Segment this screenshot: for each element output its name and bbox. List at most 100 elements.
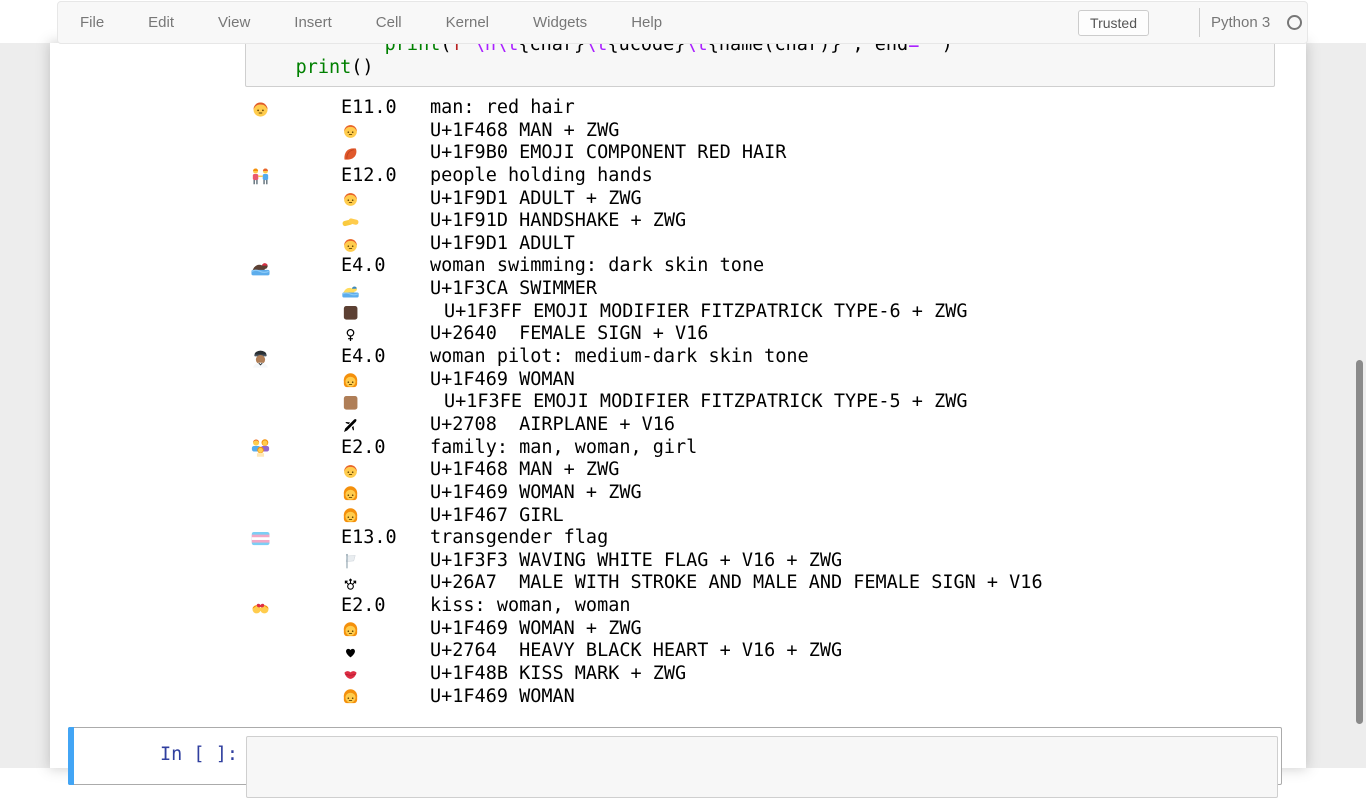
component-emoji-column [341, 459, 430, 482]
input-prompt: In [ ]: [160, 743, 238, 766]
codepoint-text: U+2708 AIRPLANE + V16 [430, 414, 675, 437]
component-emoji-column [341, 323, 430, 346]
kiss-mark-icon [341, 663, 360, 686]
component-emoji-column [341, 550, 430, 573]
emoji-column [250, 255, 341, 278]
emoji-column [250, 97, 341, 120]
codepoint-text: U+1F3FF EMOJI MODIFIER FITZPATRICK TYPE-… [430, 301, 967, 324]
codepoint-text: U+1F3CA SWIMMER [430, 278, 597, 301]
component-emoji-column [341, 640, 430, 663]
menu-item-edit[interactable]: Edit [126, 2, 196, 43]
component-emoji-column [341, 618, 430, 641]
output-line: E12.0people holding hands [250, 165, 1043, 188]
codepoint-text: U+1F467 GIRL [430, 505, 564, 528]
skin-type6-icon [341, 301, 360, 324]
output-line: U+1F9D1 ADULT + ZWG [250, 188, 1043, 211]
menu-item-insert[interactable]: Insert [272, 2, 354, 43]
codepoint-text: U+1F469 WOMAN [430, 686, 575, 709]
woman-swimming-dark-icon [250, 255, 271, 278]
emoji-version: E4.0 [341, 255, 430, 278]
component-emoji-column [341, 369, 430, 392]
menu-item-kernel[interactable]: Kernel [424, 2, 511, 43]
output-line: E2.0family: man, woman, girl [250, 437, 1043, 460]
output-line: U+1F469 WOMAN [250, 686, 1043, 709]
emoji-column [250, 165, 341, 188]
menu-item-widgets[interactable]: Widgets [511, 2, 609, 43]
transgender-flag-icon [250, 527, 271, 550]
output-line: E13.0transgender flag [250, 527, 1043, 550]
output-line: U+1F9D1 ADULT [250, 233, 1043, 256]
component-emoji-column [341, 233, 430, 256]
codepoint-text: U+2764 HEAVY BLACK HEART + V16 + ZWG [430, 640, 842, 663]
woman-icon [341, 369, 360, 392]
component-emoji-column [341, 572, 430, 595]
emoji-description: family: man, woman, girl [430, 437, 697, 460]
woman-icon [341, 618, 360, 641]
component-emoji-column [341, 482, 430, 505]
emoji-version: E2.0 [341, 437, 430, 460]
code-line: print() [251, 56, 1274, 79]
component-emoji-column [341, 188, 430, 211]
output-line: U+1F3FE EMOJI MODIFIER FITZPATRICK TYPE-… [250, 391, 1043, 414]
output-line: U+1F467 GIRL [250, 505, 1043, 528]
output-line: U+26A7 MALE WITH STROKE AND MALE AND FEM… [250, 572, 1043, 595]
people-holding-hands-icon [250, 165, 271, 188]
transgender-sign-icon [341, 572, 360, 595]
empty-code-cell[interactable]: In [ ]: [68, 727, 1282, 785]
emoji-description: man: red hair [430, 97, 575, 120]
emoji-description: people holding hands [430, 165, 653, 188]
emoji-column [250, 595, 341, 618]
codepoint-text: U+1F48B KISS MARK + ZWG [430, 663, 686, 686]
output-line: U+1F468 MAN + ZWG [250, 459, 1043, 482]
selected-cell-bar [68, 727, 74, 785]
emoji-description: transgender flag [430, 527, 608, 550]
family-man-woman-girl-icon [250, 437, 271, 460]
adult-icon [341, 188, 360, 211]
output-line: U+1F3FF EMOJI MODIFIER FITZPATRICK TYPE-… [250, 301, 1043, 324]
output-line: U+1F469 WOMAN + ZWG [250, 482, 1043, 505]
codepoint-text: U+1F468 MAN + ZWG [430, 120, 619, 143]
output-line: U+1F3CA SWIMMER [250, 278, 1043, 301]
girl-icon [341, 505, 360, 528]
component-emoji-column [341, 142, 430, 165]
menu-item-help[interactable]: Help [609, 2, 684, 43]
kernel-idle-icon [1287, 15, 1302, 30]
component-emoji-column [341, 686, 430, 709]
output-line: U+2708 AIRPLANE + V16 [250, 414, 1043, 437]
codepoint-text: U+1F9D1 ADULT + ZWG [430, 188, 642, 211]
emoji-description: kiss: woman, woman [430, 595, 630, 618]
codepoint-text: U+1F9D1 ADULT [430, 233, 575, 256]
emoji-description: woman swimming: dark skin tone [430, 255, 764, 278]
swimmer-icon [341, 278, 360, 301]
white-flag-icon [341, 550, 360, 573]
emoji-column [250, 437, 341, 460]
emoji-column [250, 346, 341, 369]
codepoint-text: U+1F469 WOMAN + ZWG [430, 618, 642, 641]
menu-item-cell[interactable]: Cell [354, 2, 424, 43]
menu-item-view[interactable]: View [196, 2, 272, 43]
component-emoji-column [341, 663, 430, 686]
kernel-divider [1199, 8, 1200, 37]
output-line: U+2640 FEMALE SIGN + V16 [250, 323, 1043, 346]
emoji-version: E12.0 [341, 165, 430, 188]
output-line: E4.0woman pilot: medium-dark skin tone [250, 346, 1043, 369]
codepoint-text: U+1F3F3 WAVING WHITE FLAG + V16 + ZWG [430, 550, 842, 573]
emoji-column [250, 527, 341, 550]
airplane-icon [341, 414, 360, 437]
empty-cell-editor[interactable] [246, 736, 1278, 798]
emoji-version: E13.0 [341, 527, 430, 550]
red-hair-icon [341, 142, 360, 165]
emoji-version: E2.0 [341, 595, 430, 618]
scrollbar-thumb[interactable] [1356, 360, 1363, 724]
menu-item-file[interactable]: File [58, 2, 126, 43]
emoji-version: E11.0 [341, 97, 430, 120]
man-icon [341, 120, 360, 143]
component-emoji-column [341, 414, 430, 437]
codepoint-text: U+1F3FE EMOJI MODIFIER FITZPATRICK TYPE-… [430, 391, 967, 414]
man-icon [341, 459, 360, 482]
trusted-button[interactable]: Trusted [1078, 10, 1149, 36]
output-line: U+1F469 WOMAN [250, 369, 1043, 392]
codepoint-text: U+1F91D HANDSHAKE + ZWG [430, 210, 686, 233]
man-red-hair-icon [250, 97, 271, 120]
codepoint-text: U+2640 FEMALE SIGN + V16 [430, 323, 708, 346]
